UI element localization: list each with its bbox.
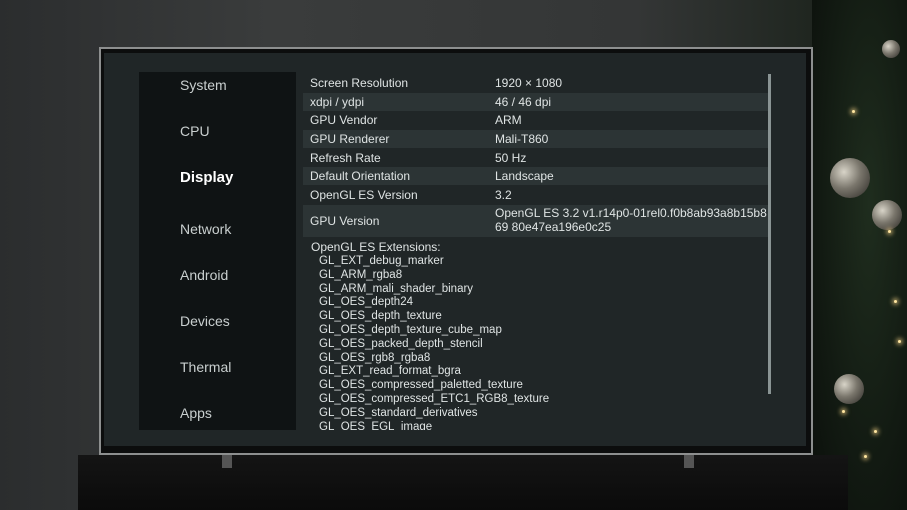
extension-item: GL_OES_compressed_paletted_texture (319, 379, 523, 392)
sidebar-item-thermal[interactable]: Thermal (180, 359, 231, 375)
extension-item: GL_OES_EGL_image (319, 420, 433, 430)
info-key: GPU Renderer (310, 132, 390, 146)
info-value: Mali-T860 (495, 132, 549, 146)
ornament (882, 40, 900, 58)
sidebar-item-display[interactable]: Display (180, 169, 233, 186)
sidebar (139, 72, 296, 430)
extension-item: GL_OES_standard_derivatives (319, 406, 478, 419)
info-row: OpenGL ES Version 3.2 (303, 186, 769, 204)
extension-item: GL_OES_rgb8_rgba8 (319, 351, 431, 364)
info-key: GPU Vendor (310, 113, 378, 127)
info-value: OpenGL ES 3.2 v1.r14p0-01rel0.f0b8ab93a8… (495, 206, 767, 234)
extensions-title: OpenGL ES Extensions: (311, 240, 441, 254)
info-row: xdpi / ydpi 46 / 46 dpi (303, 93, 769, 111)
ornament (834, 374, 864, 404)
light (898, 340, 901, 343)
sidebar-item-apps[interactable]: Apps (180, 405, 212, 421)
tv-stand (78, 455, 848, 510)
extension-item: GL_EXT_debug_marker (319, 255, 444, 267)
info-key: xdpi / ydpi (310, 95, 365, 109)
light (894, 300, 897, 303)
ornament (872, 200, 902, 230)
info-row: Screen Resolution 1920 × 1080 (303, 74, 769, 92)
extension-item: GL_ARM_rgba8 (319, 268, 403, 281)
christmas-tree (812, 0, 907, 510)
light (842, 410, 845, 413)
info-row: GPU Version OpenGL ES 3.2 v1.r14p0-01rel… (303, 205, 769, 237)
ornament (830, 158, 870, 198)
light (888, 230, 891, 233)
scrollbar[interactable] (768, 74, 771, 394)
info-key: OpenGL ES Version (310, 188, 418, 202)
extension-item: GL_OES_compressed_ETC1_RGB8_texture (319, 392, 550, 405)
sidebar-item-devices[interactable]: Devices (180, 313, 230, 329)
info-key: Default Orientation (310, 169, 411, 183)
info-key: GPU Version (310, 214, 380, 228)
info-row: Refresh Rate 50 Hz (303, 149, 769, 167)
sidebar-item-cpu[interactable]: CPU (180, 123, 210, 139)
extension-item: GL_OES_packed_depth_stencil (319, 337, 483, 350)
info-value: Landscape (495, 169, 554, 183)
light (852, 110, 855, 113)
info-value: 1920 × 1080 (495, 76, 563, 90)
info-value: ARM (495, 113, 522, 127)
extension-item: GL_OES_depth24 (319, 296, 413, 309)
extensions-list: GL_EXT_debug_marker GL_ARM_rgba8 GL_ARM_… (319, 255, 549, 430)
info-row: GPU Vendor ARM (303, 111, 769, 129)
extension-item: GL_EXT_read_format_bgra (319, 365, 461, 378)
light (864, 455, 867, 458)
info-key: Refresh Rate (310, 151, 381, 165)
sidebar-item-android[interactable]: Android (180, 267, 228, 283)
sidebar-item-system[interactable]: System (180, 77, 227, 93)
sidebar-item-network[interactable]: Network (180, 221, 231, 237)
info-value: 50 Hz (495, 151, 527, 165)
info-row: GPU Renderer Mali-T860 (303, 130, 769, 148)
light (874, 430, 877, 433)
info-value: 46 / 46 dpi (495, 95, 552, 109)
extension-item: GL_OES_depth_texture_cube_map (319, 323, 502, 336)
display-info-panel[interactable]: Screen Resolution 1920 × 1080 xdpi / ydp… (303, 73, 769, 430)
info-row: Default Orientation Landscape (303, 167, 769, 185)
info-key: Screen Resolution (310, 76, 409, 90)
extension-item: GL_OES_depth_texture (319, 310, 442, 323)
info-value: 3.2 (495, 188, 512, 202)
extension-item: GL_ARM_mali_shader_binary (319, 282, 474, 295)
